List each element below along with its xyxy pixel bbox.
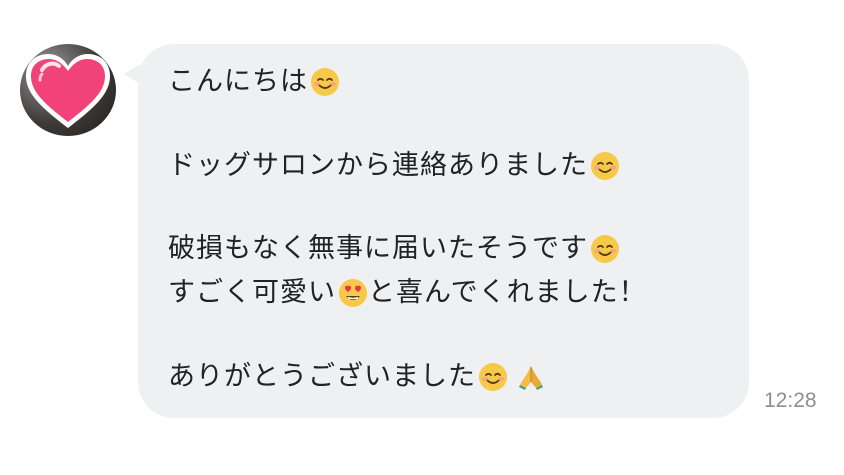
- sender-avatar[interactable]: [20, 44, 116, 136]
- smiling-face-icon: [591, 235, 619, 263]
- message-line-2: ドッグサロンから連絡ありました: [168, 148, 620, 184]
- message-text: すごく可愛い: [168, 277, 336, 308]
- message-text: ドッグサロンから連絡ありました: [168, 150, 588, 181]
- chat-view: こんにちは ドッグサロンから連絡ありました 破損もなく無事に届いたそうです すご…: [0, 0, 844, 475]
- smiling-face-icon: [479, 363, 507, 391]
- message-line-3: 破損もなく無事に届いたそうです: [168, 231, 620, 267]
- folded-hands-icon: [519, 366, 543, 390]
- message-text: と喜んでくれました！: [368, 277, 647, 308]
- message-line-4: すごく可愛い と喜んでくれました！: [168, 275, 647, 311]
- message-line-1: こんにちは: [168, 64, 340, 100]
- smiling-face-icon: [591, 152, 619, 180]
- heart-avatar-icon: [26, 54, 110, 128]
- message-text: 破損もなく無事に届いたそうです: [168, 233, 588, 264]
- message-line-5: ありがとうございました: [168, 359, 546, 395]
- smiling-face-icon: [311, 68, 339, 96]
- message-timestamp: 12:28: [764, 389, 817, 412]
- message-text: ありがとうございました: [168, 361, 476, 392]
- message-text: こんにちは: [168, 66, 308, 97]
- heart-eyes-icon: [339, 279, 367, 307]
